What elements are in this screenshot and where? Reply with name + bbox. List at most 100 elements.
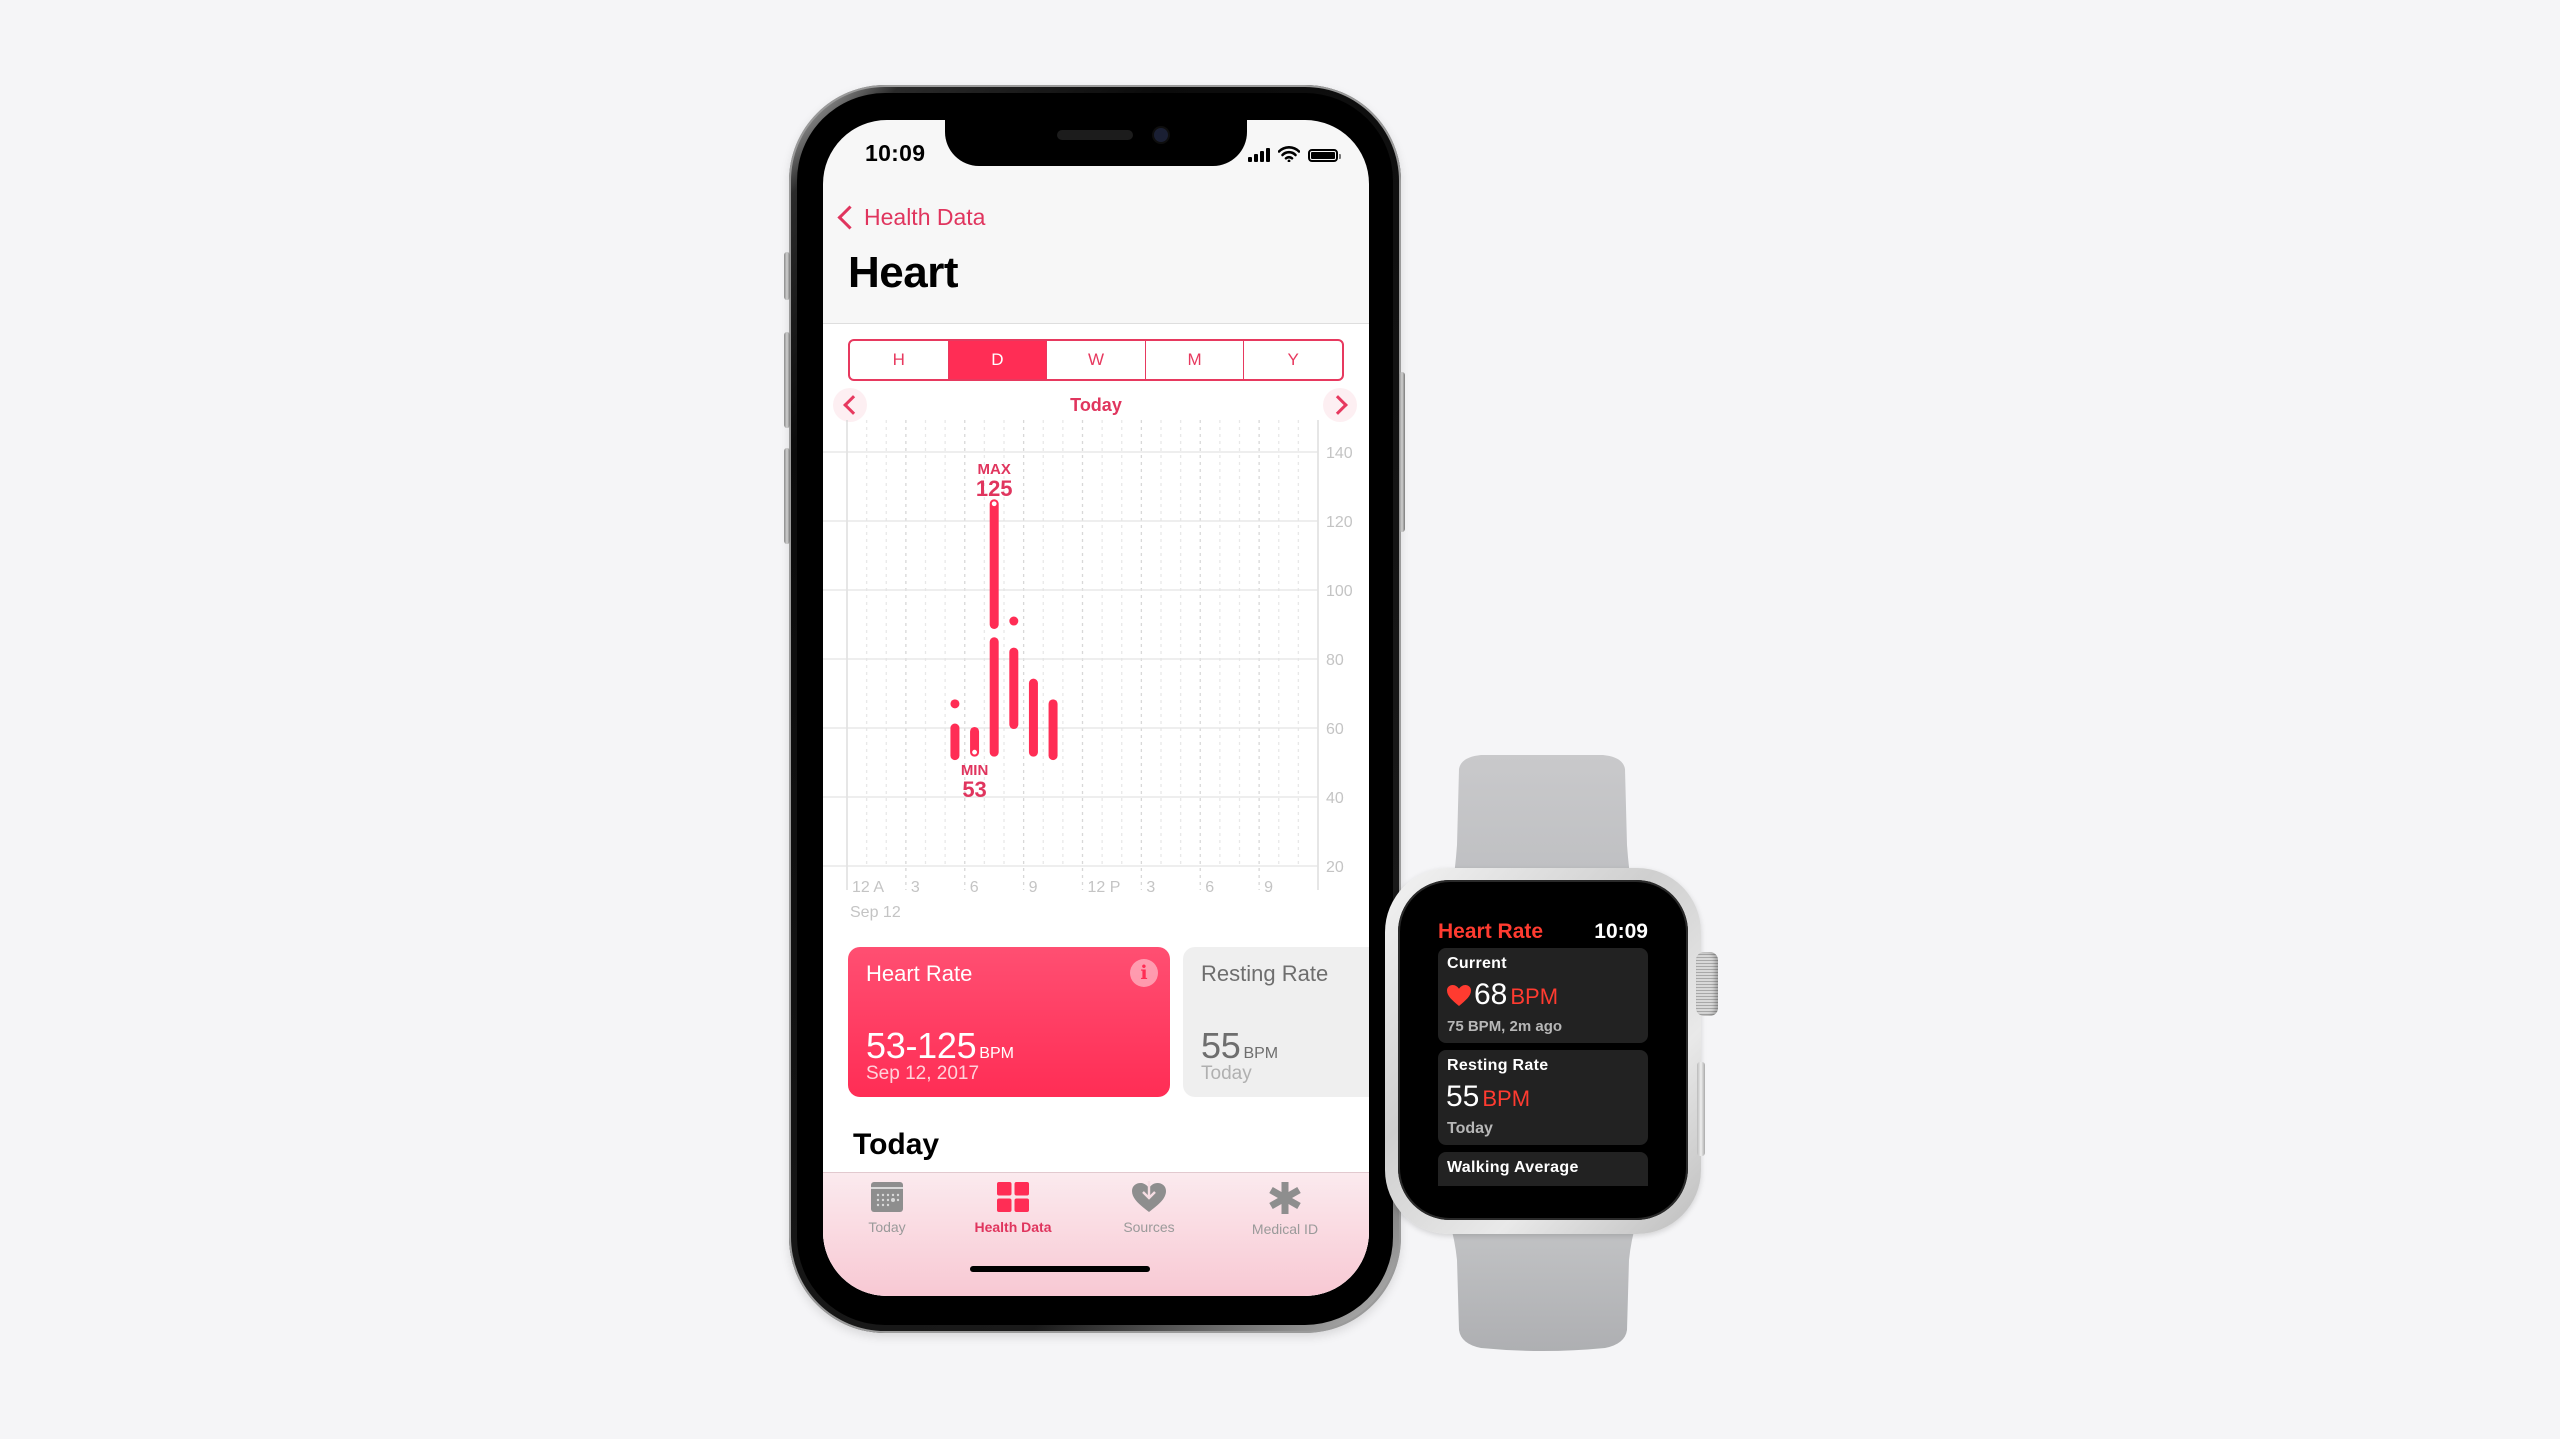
phone-screen: 10:09 Health Data Heart H D W M Y Today … [823,120,1369,1296]
grid-icon [997,1182,1029,1212]
back-button[interactable]: Health Data [835,204,985,231]
heart-rate-card[interactable]: Heart Rate i 53-125 BPM Sep 12, 2017 [848,947,1170,1097]
tab-sources-label: Sources [1123,1219,1175,1235]
watch-screen: Heart Rate 10:09 Current 68 BPM 75 BPM, 2… [1398,880,1688,1220]
calendar-icon [871,1182,903,1212]
x-tick-label: 9 [1029,879,1038,896]
y-tick-label: 20 [1326,859,1344,876]
tab-today[interactable]: Today [827,1181,947,1235]
heart-rate-range: 53-125 BPM [866,1025,1014,1067]
x-date-label: Sep 12 [850,904,901,921]
front-camera [1154,128,1168,142]
heart-rate-range-value: 53-125 [866,1025,977,1066]
segment-year[interactable]: Y [1243,341,1342,379]
tab-sources[interactable]: Sources [1089,1181,1209,1235]
watch-time: 10:09 [1594,920,1648,943]
heart-rate-range-bar [950,723,960,761]
resting-rate-value: 55 [1201,1025,1241,1066]
header-divider [823,323,1369,324]
heart-rate-range-bar [1009,647,1019,730]
watch-card-current[interactable]: Current 68 BPM 75 BPM, 2m ago [1438,948,1648,1043]
watch-current-subtitle: 75 BPM, 2m ago [1447,1018,1563,1035]
tab-health-data[interactable]: Health Data [953,1181,1073,1235]
next-period-button[interactable] [1323,388,1357,422]
watch-current-unit: BPM [1510,984,1559,1009]
tab-medical-id[interactable]: Medical ID [1225,1181,1345,1237]
earpiece-speaker [1057,130,1133,140]
tab-today-label: Today [868,1219,906,1235]
chevron-left-icon [837,205,862,230]
x-tick-label: 6 [1205,879,1214,896]
y-tick-label: 100 [1326,583,1353,600]
y-tick-label: 40 [1326,790,1344,807]
side-button [1399,372,1405,532]
info-icon[interactable]: i [1130,959,1158,987]
x-tick-label: 9 [1264,879,1273,896]
heart-rate-range-bar [1048,699,1058,761]
resting-rate-subtitle: Today [1201,1063,1252,1084]
watch-current-value: 68 [1474,978,1508,1011]
watch-current-reading: 68 BPM [1446,978,1558,1012]
battery-icon [1308,149,1341,162]
watch-resting-value: 55 [1446,1080,1480,1113]
heart-rate-card-title: Heart Rate [866,961,973,986]
x-tick-label: 3 [911,879,920,896]
section-heading-today: Today [853,1128,940,1161]
status-bar-time: 10:09 [865,140,926,166]
wifi-icon [1278,146,1300,162]
status-bar-icons [1248,144,1341,162]
resting-rate-card-title: Resting Rate [1201,961,1329,986]
digital-crown[interactable] [1696,952,1718,1016]
segment-week[interactable]: W [1046,341,1145,379]
heart-rate-range-bar [989,637,999,757]
y-tick-label: 140 [1326,445,1353,462]
watch-card-heading: Resting Rate [1447,1057,1549,1074]
heart-rate-unit: BPM [979,1045,1014,1062]
y-tick-label: 60 [1326,721,1344,738]
x-tick-label: 12 P [1088,879,1121,896]
heart-rate-date: Sep 12, 2017 [866,1063,980,1084]
tab-medical-id-label: Medical ID [1251,1221,1319,1237]
max-marker [991,501,997,507]
watch-card-heading: Walking Average [1447,1159,1579,1176]
volume-up-button [784,332,790,428]
watch-resting-reading: 55 BPM [1446,1080,1530,1114]
resting-rate-card[interactable]: Resting Rate 55 BPM Today [1183,947,1369,1097]
min-value: 53 [962,777,986,802]
tab-health-data-label: Health Data [974,1219,1052,1235]
mute-switch [784,252,790,300]
watch-app-title: Heart Rate [1438,920,1544,943]
y-tick-label: 120 [1326,514,1353,531]
cellular-signal-icon [1248,148,1270,162]
asterisk-icon [1269,1182,1301,1214]
x-tick-label: 3 [1146,879,1155,896]
max-value: 125 [976,476,1013,501]
segment-hour[interactable]: H [850,341,948,379]
watch-card-walking-average[interactable]: Walking Average [1438,1152,1648,1186]
page-title: Heart [848,248,959,297]
resting-rate: 55 BPM [1201,1025,1278,1067]
chevron-right-icon [1327,395,1348,415]
period-label: Today [1070,395,1122,415]
heart-rate-range-bar [1009,616,1019,626]
segment-day[interactable]: D [947,341,1047,379]
tab-bar: Today Health Data Sources Medical ID [823,1172,1369,1296]
min-marker [972,749,977,755]
watch-resting-unit: BPM [1482,1086,1531,1111]
back-button-label: Health Data [864,204,986,230]
segment-month[interactable]: M [1144,341,1244,379]
x-tick-label: 12 A [852,879,884,896]
watch-band-bottom [1449,1220,1637,1351]
heart-rate-chart: 2040608010012014012 A 3 6 9 12 P 3 6 9Sep 12MAX… [823,420,1353,921]
heart-rate-range-bar [1028,678,1038,757]
heart-icon [1447,984,1471,1006]
heart-rate-range-bar [989,499,999,629]
heart-download-icon [1132,1181,1166,1212]
notch [945,120,1247,166]
watch-card-resting-rate[interactable]: Resting Rate 55 BPM Today [1438,1050,1648,1145]
heart-rate-range-bar [950,699,960,709]
time-range-segmented-control: H D W M Y [848,339,1344,381]
watch-side-button[interactable] [1697,1062,1705,1156]
home-indicator[interactable] [970,1266,1150,1272]
watch-card-heading: Current [1447,955,1507,972]
